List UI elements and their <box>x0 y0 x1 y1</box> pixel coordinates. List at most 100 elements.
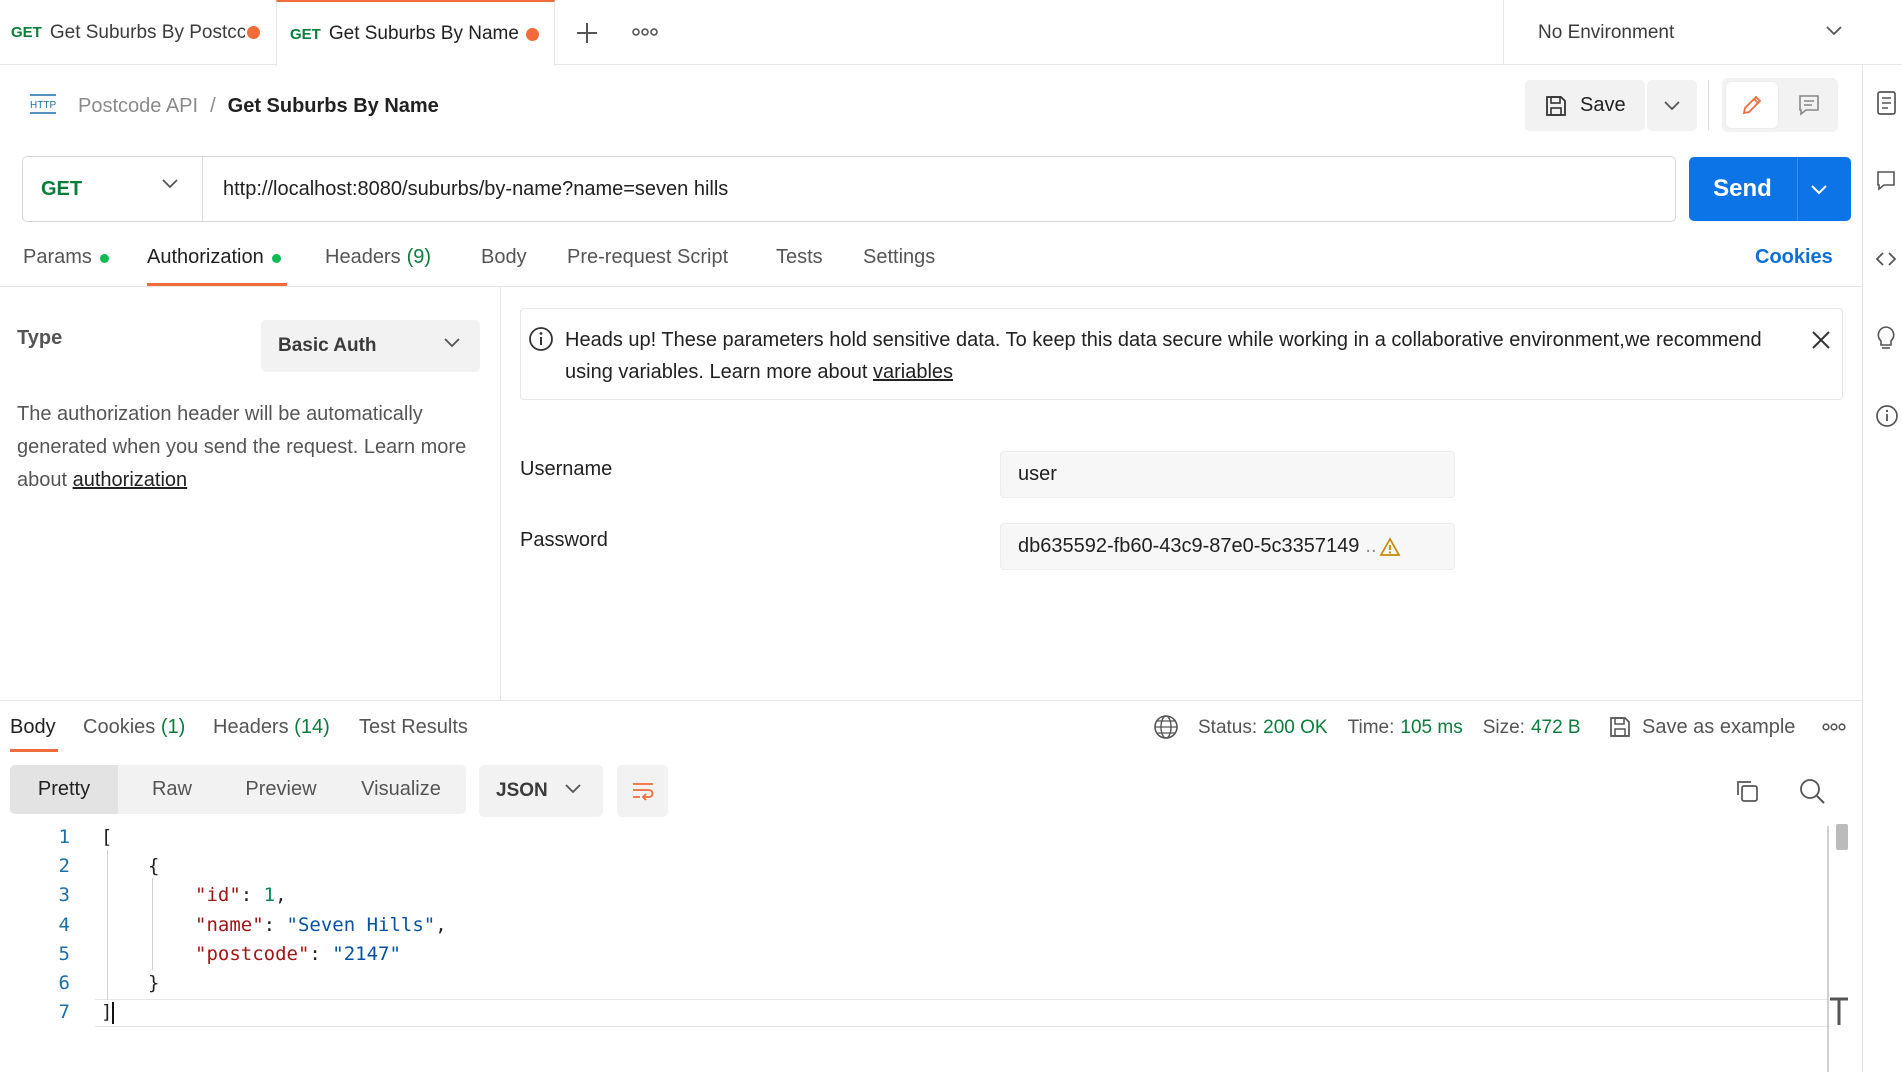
username-field[interactable]: user <box>1000 451 1455 498</box>
save-as-example-label: Save as example <box>1642 715 1796 738</box>
tab-pre-request-script[interactable]: Pre-request Script <box>567 246 728 290</box>
response-tab-body[interactable]: Body <box>10 716 56 739</box>
response-tab-underline <box>10 749 58 752</box>
edit-comment-toggle <box>1722 78 1838 132</box>
response-meta: Status: 200 OK Time: 105 ms Size: 472 B <box>1198 714 1601 742</box>
more-tabs-icon[interactable] <box>632 27 658 37</box>
chevron-down-icon <box>1664 100 1680 111</box>
save-options-button[interactable] <box>1647 80 1697 131</box>
active-dot-icon <box>271 254 281 263</box>
tab-params[interactable]: Params <box>23 246 109 290</box>
code-line: ] <box>101 1001 113 1023</box>
response-tab-headers[interactable]: Headers (14) <box>213 716 330 739</box>
close-icon[interactable] <box>1810 329 1832 351</box>
http-icon: HTTP <box>28 92 58 116</box>
environment-label: No Environment <box>1538 21 1675 43</box>
divider <box>0 286 1862 287</box>
username-label: Username <box>520 458 613 480</box>
url-input[interactable]: http://localhost:8080/suburbs/by-name?na… <box>223 157 728 221</box>
size-label: Size: <box>1482 717 1525 738</box>
response-headers-label: Headers <box>213 716 289 738</box>
wrap-lines-button[interactable] <box>617 765 668 817</box>
code-line: "postcode": "2147" <box>195 943 401 965</box>
tab-body[interactable]: Body <box>481 246 527 290</box>
search-icon[interactable] <box>1798 777 1826 805</box>
code-line: { <box>148 855 160 877</box>
comments-button[interactable] <box>1784 82 1834 128</box>
info-icon <box>528 326 554 352</box>
send-divider <box>1797 157 1798 221</box>
breadcrumb-request[interactable]: Get Suburbs By Name <box>228 95 439 118</box>
tab-headers-label: Headers <box>325 246 401 268</box>
json-key: "name" <box>195 914 264 936</box>
environment-selector[interactable]: No Environment <box>1503 0 1902 65</box>
json-comma: , <box>435 914 447 936</box>
auth-type-select[interactable]: Basic Auth <box>261 320 480 372</box>
view-raw[interactable]: Raw <box>118 765 226 814</box>
breadcrumb-collection[interactable]: Postcode API <box>78 95 198 118</box>
time-value[interactable]: 105 ms <box>1400 717 1462 739</box>
view-preview[interactable]: Preview <box>226 765 336 814</box>
chevron-down-icon <box>444 338 460 348</box>
size-value[interactable]: 472 B <box>1531 717 1581 739</box>
scroll-thumb-top[interactable] <box>1836 824 1848 850</box>
cookies-link[interactable]: Cookies <box>1755 246 1833 269</box>
response-tab-cookies[interactable]: Cookies (1) <box>83 716 185 739</box>
format-select[interactable]: JSON <box>479 765 603 817</box>
auth-panel-divider <box>500 287 501 700</box>
text-cursor-icon <box>1828 995 1850 1027</box>
password-field[interactable]: db635592-fb60-43c9-87e0-5c3357149 .. <box>1000 523 1455 570</box>
response-body-editor[interactable]: 1 2 3 4 5 6 7 [ { "id": 1, "name": "Seve… <box>0 826 1830 1072</box>
password-label: Password <box>520 529 608 551</box>
tab-prerequest-label: Pre-request Script <box>567 246 729 268</box>
variables-link[interactable]: variables <box>873 361 953 383</box>
documentation-icon[interactable] <box>1875 90 1897 116</box>
response-tab-test-results[interactable]: Test Results <box>359 716 468 739</box>
right-sidebar <box>1862 65 1902 1072</box>
code-snippet-icon[interactable] <box>1875 248 1897 270</box>
save-icon <box>1608 715 1632 739</box>
more-options-icon[interactable] <box>1822 722 1846 732</box>
code-line: } <box>148 972 160 994</box>
info-circle-icon[interactable] <box>1875 404 1899 428</box>
new-tab-plus-icon[interactable] <box>574 20 600 46</box>
method-selector[interactable]: GET <box>23 157 203 221</box>
comments-icon[interactable] <box>1875 169 1897 193</box>
line-number: 4 <box>58 914 70 936</box>
save-as-example-button[interactable]: Save as example <box>1608 711 1795 743</box>
tab-get-suburbs-by-name[interactable]: GET Get Suburbs By Name <box>276 0 555 66</box>
username-value: user <box>1018 463 1057 485</box>
code-line: [ <box>101 826 113 848</box>
response-cookies-label: Cookies <box>83 716 156 738</box>
send-options-chevron-icon[interactable] <box>1809 177 1829 201</box>
indent-guide <box>152 878 153 970</box>
tab-tests[interactable]: Tests <box>776 246 823 290</box>
line-number: 6 <box>58 972 70 994</box>
line-number: 1 <box>58 826 70 848</box>
pencil-icon <box>1740 93 1764 117</box>
status-value[interactable]: 200 OK <box>1263 717 1327 739</box>
editor-scrollbar[interactable] <box>1827 826 1829 1072</box>
comment-icon <box>1797 93 1821 117</box>
chevron-down-icon <box>565 784 581 794</box>
text-cursor <box>112 1002 114 1024</box>
view-visualize[interactable]: Visualize <box>336 765 466 814</box>
breadcrumb: Postcode API / Get Suburbs By Name <box>78 88 439 124</box>
edit-button[interactable] <box>1726 82 1778 128</box>
copy-icon[interactable] <box>1734 778 1760 804</box>
tab-get-suburbs-by-postcode[interactable]: GET Get Suburbs By Postcc <box>0 0 275 65</box>
unsaved-dot-icon <box>526 28 539 41</box>
tab-settings[interactable]: Settings <box>863 246 935 290</box>
view-mode-segmented: Pretty Raw Preview Visualize <box>10 765 466 814</box>
banner-text: Heads up! These parameters hold sensitiv… <box>565 324 1765 388</box>
bulb-icon[interactable] <box>1875 325 1897 351</box>
response-divider <box>0 700 1862 701</box>
save-button[interactable]: Save <box>1525 80 1645 131</box>
tab-headers[interactable]: Headers (9) <box>325 246 431 290</box>
format-value: JSON <box>496 780 548 801</box>
send-button[interactable]: Send <box>1689 157 1851 221</box>
globe-icon[interactable] <box>1153 714 1179 740</box>
authorization-link[interactable]: authorization <box>73 469 188 491</box>
view-pretty[interactable]: Pretty <box>10 765 118 814</box>
code-line: "name": "Seven Hills", <box>195 914 447 936</box>
